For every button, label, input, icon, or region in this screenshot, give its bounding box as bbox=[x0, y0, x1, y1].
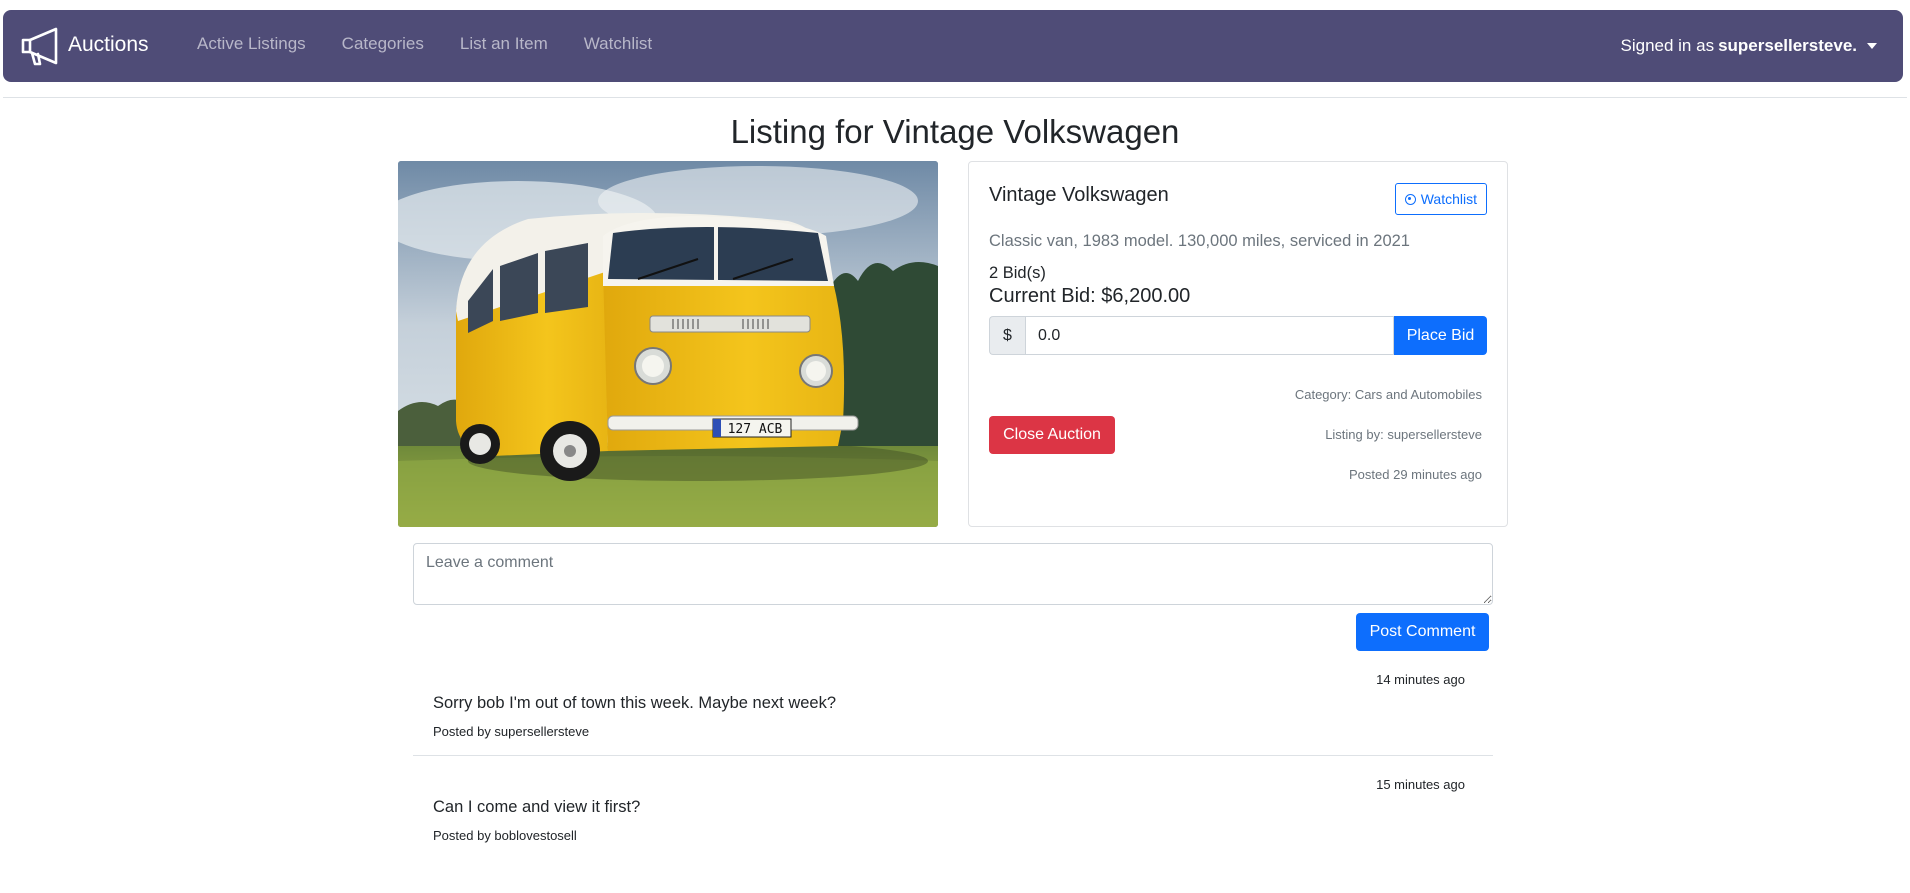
listing-image: 127 ACB bbox=[398, 161, 938, 527]
bid-count: 2 Bid(s) bbox=[989, 264, 1046, 282]
listing-description: Classic van, 1983 model. 130,000 miles, … bbox=[989, 232, 1410, 250]
comment-time: 14 minutes ago bbox=[1376, 672, 1465, 687]
comment-time: 15 minutes ago bbox=[1376, 777, 1465, 792]
page-title: Listing for Vintage Volkswagen bbox=[730, 113, 1180, 150]
nav-links: Active Listings Categories List an Item … bbox=[197, 34, 688, 54]
bid-input-group: $ Place Bid bbox=[989, 316, 1487, 355]
nav-watchlist[interactable]: Watchlist bbox=[584, 34, 652, 54]
close-auction-button[interactable]: Close Auction bbox=[989, 416, 1115, 454]
listing-title: Vintage Volkswagen bbox=[989, 184, 1169, 206]
username: supersellersteve. bbox=[1718, 36, 1857, 55]
bid-amount-input[interactable] bbox=[1025, 316, 1394, 355]
currency-prefix: $ bbox=[989, 316, 1025, 355]
brand-link[interactable]: Auctions bbox=[20, 26, 149, 71]
comment-divider bbox=[413, 755, 1493, 756]
signed-in-label: Signed in as bbox=[1620, 36, 1715, 55]
listing-category: Category: Cars and Automobiles bbox=[1294, 387, 1482, 402]
comment-text: Can I come and view it first? bbox=[433, 798, 641, 816]
watchlist-label: Watchlist bbox=[1420, 191, 1477, 207]
brand-name: Auctions bbox=[68, 32, 149, 56]
post-comment-button[interactable]: Post Comment bbox=[1356, 613, 1489, 651]
divider bbox=[3, 97, 1907, 98]
eye-icon bbox=[1404, 193, 1416, 205]
comment-input[interactable] bbox=[413, 543, 1493, 605]
place-bid-button[interactable]: Place Bid bbox=[1394, 316, 1487, 355]
nav-active-listings[interactable]: Active Listings bbox=[197, 34, 306, 54]
license-plate: 127 ACB bbox=[728, 422, 783, 437]
top-navbar: Auctions Active Listings Categories List… bbox=[3, 10, 1903, 82]
nav-list-item[interactable]: List an Item bbox=[460, 34, 548, 54]
nav-categories[interactable]: Categories bbox=[342, 34, 424, 54]
chevron-down-icon bbox=[1867, 43, 1877, 49]
listing-posted-time: Posted 29 minutes ago bbox=[1349, 467, 1482, 482]
user-menu-toggle[interactable]: Signed in as supersellersteve. bbox=[1620, 36, 1877, 56]
comment-text: Sorry bob I'm out of town this week. May… bbox=[433, 694, 837, 712]
listing-owner: Listing by: supersellersteve bbox=[1325, 427, 1482, 442]
comment-item: 14 minutes ago Sorry bob I'm out of town… bbox=[413, 668, 1493, 754]
comment-item: 15 minutes ago Can I come and view it fi… bbox=[413, 773, 1493, 859]
comment-author: Posted by boblovestosell bbox=[433, 828, 577, 843]
comment-author: Posted by supersellersteve bbox=[433, 724, 590, 739]
watchlist-button[interactable]: Watchlist bbox=[1394, 183, 1487, 215]
current-bid: Current Bid: $6,200.00 bbox=[989, 285, 1191, 307]
listing-card: Vintage Volkswagen Watchlist Classic van… bbox=[968, 161, 1508, 527]
megaphone-icon bbox=[20, 26, 62, 71]
